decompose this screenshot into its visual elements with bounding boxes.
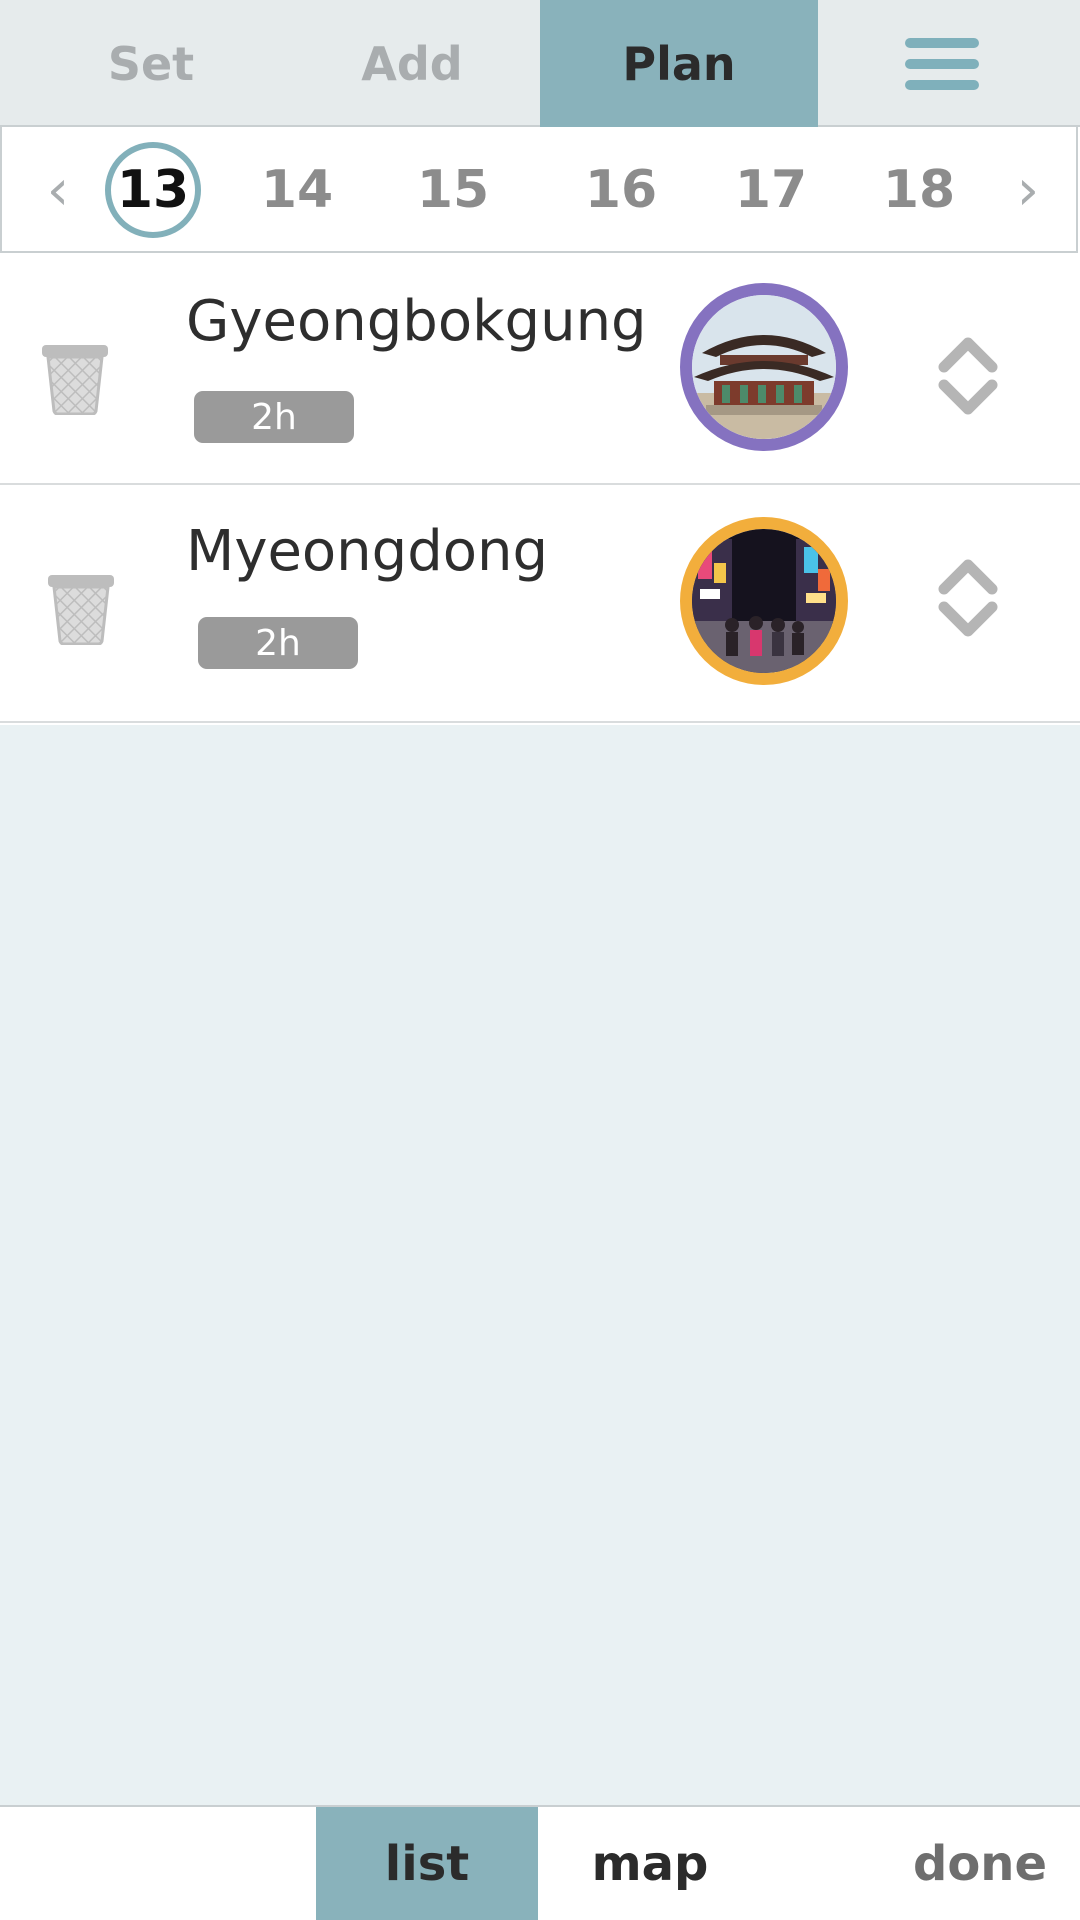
list-item: Myeongdong 2h xyxy=(0,485,1080,723)
trash-icon[interactable] xyxy=(46,571,116,646)
day-number: 15 xyxy=(416,160,490,220)
reorder-arrows-icon[interactable] xyxy=(938,333,998,419)
list-item: Gyeongbokgung 2h xyxy=(0,255,1080,485)
empty-plan-area xyxy=(0,725,1080,1805)
day-14[interactable]: 14 xyxy=(242,127,352,253)
top-tab-bar: Set Add Plan xyxy=(0,0,1080,127)
map-view-button[interactable]: map xyxy=(540,1807,760,1920)
day-number: 16 xyxy=(584,160,658,220)
tab-set[interactable]: Set xyxy=(0,0,302,127)
palace-photo xyxy=(680,283,848,451)
hamburger-menu-icon[interactable] xyxy=(880,20,1004,108)
day-18[interactable]: 18 xyxy=(864,127,974,253)
chevron-left-icon[interactable]: ‹ xyxy=(28,127,88,253)
day-16[interactable]: 16 xyxy=(566,127,676,253)
day-15[interactable]: 15 xyxy=(398,127,508,253)
day-17[interactable]: 17 xyxy=(716,127,826,253)
chevron-right-icon[interactable]: › xyxy=(998,127,1058,253)
list-view-button[interactable]: list xyxy=(316,1807,538,1920)
day-number: 13 xyxy=(105,142,201,238)
day-number: 18 xyxy=(882,160,956,220)
tab-plan[interactable]: Plan xyxy=(540,0,818,127)
day-number: 14 xyxy=(260,160,334,220)
street-photo xyxy=(680,517,848,685)
done-button[interactable]: done xyxy=(880,1807,1080,1920)
reorder-arrows-icon[interactable] xyxy=(938,555,998,641)
day-13[interactable]: 13 xyxy=(98,127,208,253)
trash-icon[interactable] xyxy=(40,341,110,416)
duration-badge[interactable]: 2h xyxy=(198,617,358,669)
bottom-tab-bar: list map done xyxy=(0,1805,1080,1920)
duration-badge[interactable]: 2h xyxy=(194,391,354,443)
tab-add[interactable]: Add xyxy=(272,0,552,127)
place-title: Gyeongbokgung xyxy=(186,289,647,354)
plan-list: Gyeongbokgung 2h Myeongdong 2h xyxy=(0,255,1080,723)
day-number: 17 xyxy=(734,160,808,220)
place-title: Myeongdong xyxy=(186,519,549,584)
day-selector: ‹ 13 14 15 16 17 18 › xyxy=(0,127,1078,253)
